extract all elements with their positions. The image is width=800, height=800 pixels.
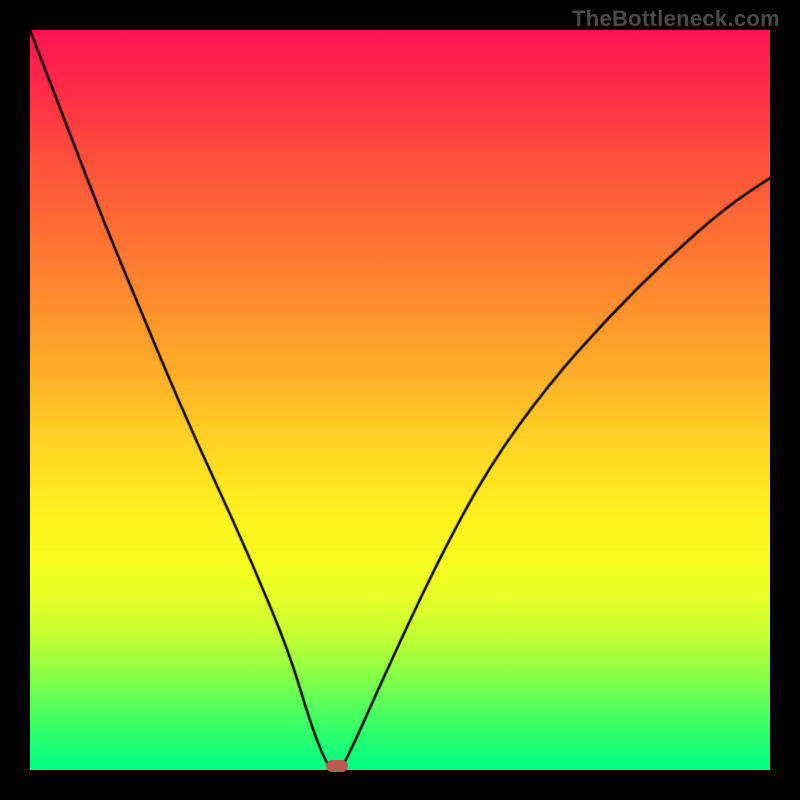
plot-area <box>30 30 770 770</box>
chart-frame: TheBottleneck.com <box>0 0 800 800</box>
watermark-text: TheBottleneck.com <box>572 6 780 32</box>
curve-canvas <box>30 30 770 770</box>
